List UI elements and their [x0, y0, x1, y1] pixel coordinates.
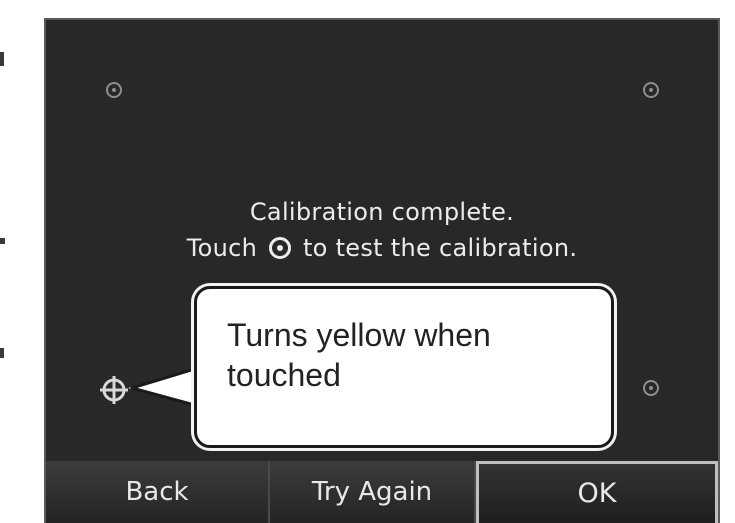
edge-artifact	[0, 238, 5, 244]
bottom-button-bar: Back Try Again OK	[46, 461, 718, 523]
crosshair-icon[interactable]	[100, 376, 128, 404]
calibration-message-line1: Calibration complete.	[249, 198, 515, 226]
callout-text-line1: Turns yellow when	[227, 317, 491, 353]
calibration-target-icon	[106, 82, 122, 98]
stage: Calibration complete. Touch to test the …	[0, 0, 735, 523]
callout-pointer	[128, 366, 199, 408]
try-again-button[interactable]: Try Again	[270, 461, 476, 523]
calibration-target-icon	[643, 82, 659, 98]
target-inline-icon	[269, 237, 292, 259]
callout-text-line2: touched	[227, 357, 341, 393]
calibration-screen: Calibration complete. Touch to test the …	[44, 18, 720, 523]
edge-artifact	[0, 348, 4, 358]
calibration-message-line2: Touch to test the calibration.	[46, 234, 718, 262]
tooltip-callout: Turns yellow when touched	[194, 286, 614, 448]
message-test-text: to test the calibration.	[302, 234, 578, 262]
edge-artifact	[0, 52, 4, 66]
callout-text: Turns yellow when touched	[227, 315, 597, 395]
message-touch-text: Touch	[186, 234, 258, 262]
ok-button[interactable]: OK	[476, 461, 718, 523]
back-button[interactable]: Back	[46, 461, 270, 523]
calibration-target-icon	[643, 380, 659, 396]
